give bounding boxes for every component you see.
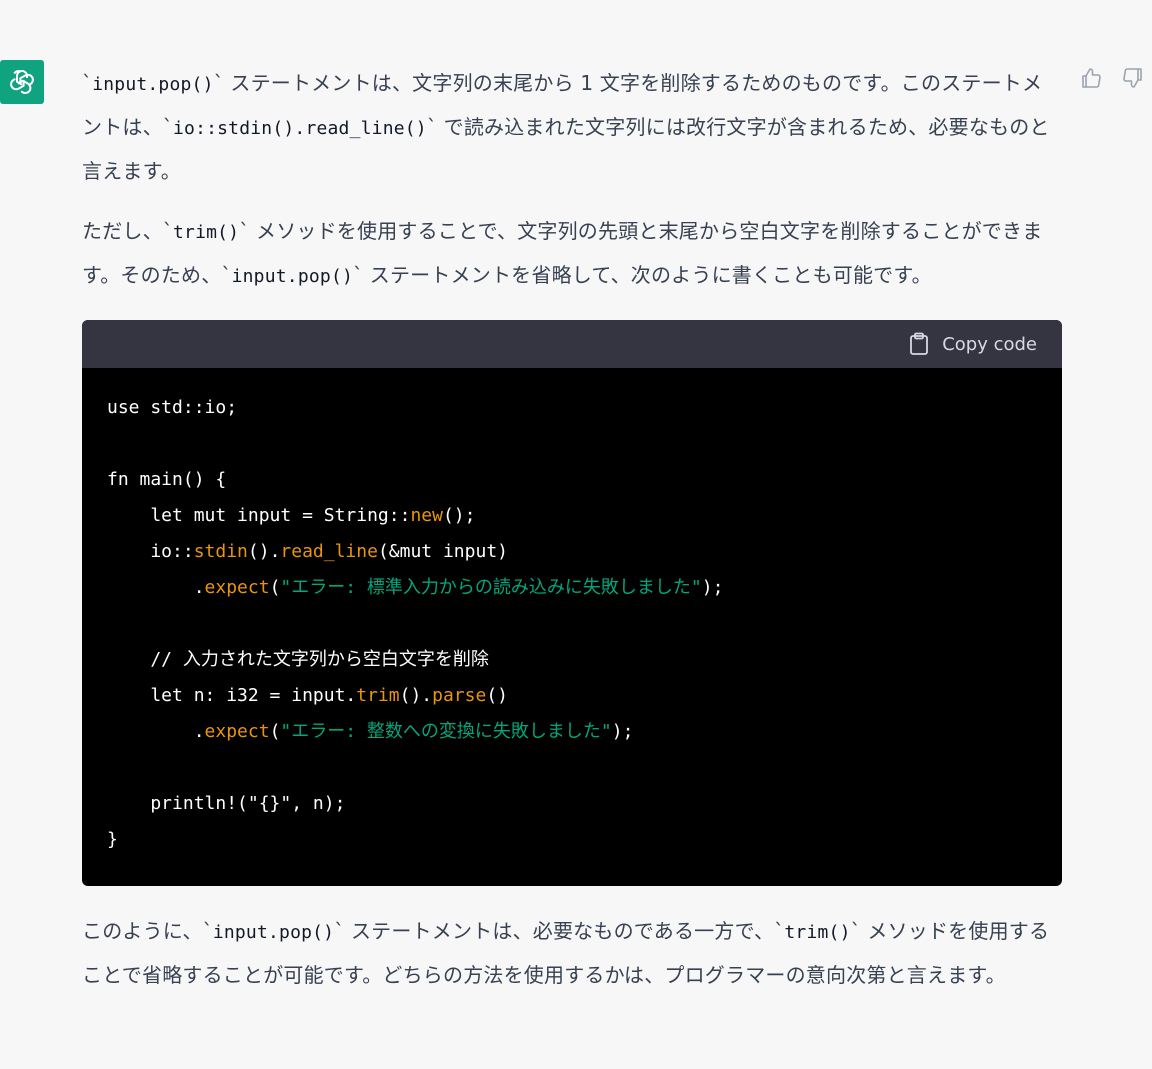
inline-code: io::stdin().read_line() xyxy=(173,118,427,139)
code-text: } xyxy=(107,829,118,850)
code-text: (). xyxy=(247,541,281,562)
code-string: "エラー: 標準入力からの読み込みに失敗しました" xyxy=(280,577,702,598)
code-line: let n: i32 = input.trim().parse() xyxy=(107,678,1037,714)
code-text: fn main() { xyxy=(107,469,227,490)
openai-logo-icon xyxy=(10,69,34,95)
code-text: println!("{}", n); xyxy=(107,793,346,814)
code-line: use std::io; xyxy=(107,390,1037,426)
text: ただし、` xyxy=(82,219,173,243)
message-paragraph-1: `input.pop()` ステートメントは、文字列の末尾から 1 文字を削除す… xyxy=(82,62,1062,192)
code-string: "エラー: 整数への変換に失敗しました" xyxy=(280,721,612,742)
code-function: expect xyxy=(204,577,270,598)
code-block: Copy code use std::io;fn main() { let mu… xyxy=(82,320,1062,886)
thumbs-down-icon xyxy=(1123,68,1142,88)
assistant-message: `input.pop()` ステートメントは、文字列の末尾から 1 文字を削除す… xyxy=(82,62,1062,1014)
code-text: . xyxy=(107,721,205,742)
inline-code: input.pop() xyxy=(212,922,335,943)
text: ` ステートメントは、必要なものである一方で、` xyxy=(334,919,785,943)
code-line: } xyxy=(107,822,1037,858)
code-function: parse xyxy=(432,685,487,706)
code-function: read_line xyxy=(280,541,378,562)
code-text: ); xyxy=(611,721,634,742)
code-function: new xyxy=(410,505,443,526)
message-paragraph-2: ただし、`trim()` メソッドを使用することで、文字列の先頭と末尾から空白文… xyxy=(82,210,1062,298)
text: ` ステートメントを省略して、次のように書くことも可能です。 xyxy=(353,263,932,287)
code-text: io:: xyxy=(107,541,194,562)
code-content: use std::io;fn main() { let mut input = … xyxy=(82,368,1062,886)
code-line: .expect("エラー: 整数への変換に失敗しました"); xyxy=(107,714,1037,750)
copy-code-button[interactable]: Copy code xyxy=(908,332,1037,356)
code-line: println!("{}", n); xyxy=(107,786,1037,822)
code-text: ); xyxy=(701,577,724,598)
code-text: () xyxy=(486,685,508,706)
code-text: . xyxy=(107,577,205,598)
code-text: let n: i32 = input. xyxy=(107,685,357,706)
copy-code-label: Copy code xyxy=(942,333,1037,355)
thumbs-up-icon xyxy=(1082,68,1101,88)
inline-code: input.pop() xyxy=(92,74,214,95)
message-paragraph-3: このように、`input.pop()` ステートメントは、必要なものである一方で… xyxy=(82,910,1062,996)
code-line: .expect("エラー: 標準入力からの読み込みに失敗しました"); xyxy=(107,570,1037,606)
thumbs-down-button[interactable] xyxy=(1120,64,1146,92)
code-line-empty xyxy=(107,606,1037,642)
text: ` xyxy=(82,71,93,95)
code-text: let mut input = String:: xyxy=(107,505,411,526)
code-line: // 入力された文字列から空白文字を削除 xyxy=(107,642,1037,678)
assistant-avatar xyxy=(0,60,44,104)
code-text: (&mut input) xyxy=(377,541,508,562)
thumbs-up-button[interactable] xyxy=(1078,64,1104,92)
code-line: let mut input = String::new(); xyxy=(107,498,1037,534)
code-function: trim xyxy=(356,685,400,706)
clipboard-icon xyxy=(910,332,929,355)
code-line-empty xyxy=(107,426,1037,462)
code-line-empty xyxy=(107,750,1037,786)
inline-code: trim() xyxy=(784,922,851,943)
code-text: ( xyxy=(269,721,281,742)
code-block-header: Copy code xyxy=(82,320,1062,368)
code-line: fn main() { xyxy=(107,462,1037,498)
code-text: (). xyxy=(399,685,433,706)
text: このように、` xyxy=(82,919,213,943)
code-function: expect xyxy=(204,721,270,742)
code-comment: // 入力された文字列から空白文字を削除 xyxy=(107,649,489,670)
code-function: stdin xyxy=(193,541,248,562)
code-line: io::stdin().read_line(&mut input) xyxy=(107,534,1037,570)
code-text: ( xyxy=(269,577,281,598)
code-text: (); xyxy=(442,505,476,526)
inline-code: trim() xyxy=(173,222,240,243)
code-text: use std::io; xyxy=(107,397,238,418)
inline-code: input.pop() xyxy=(231,266,354,287)
feedback-buttons xyxy=(1078,64,1146,92)
